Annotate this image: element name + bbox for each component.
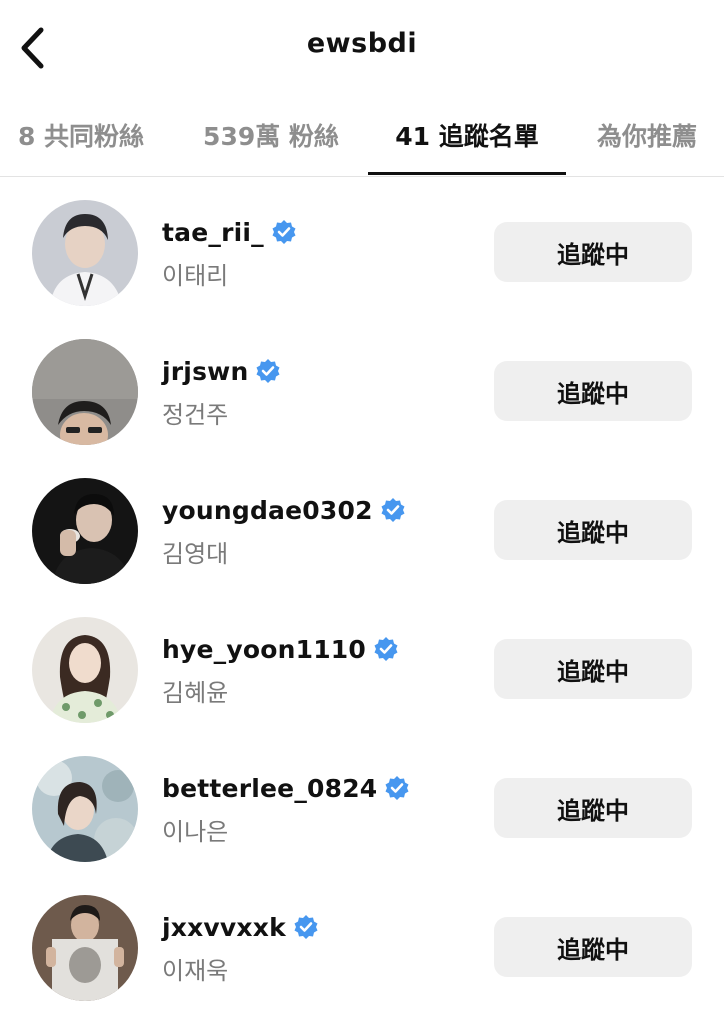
- list-item: jrjswn 정건주 追蹤中: [0, 323, 724, 462]
- avatar[interactable]: [32, 200, 138, 306]
- username-link[interactable]: jrjswn: [162, 353, 281, 389]
- list-item: jxxvvxxk 이재욱 追蹤中: [0, 879, 724, 1018]
- tab-mutual-followers[interactable]: 8 共同粉絲: [0, 96, 162, 174]
- username-link[interactable]: betterlee_0824: [162, 770, 410, 806]
- following-button[interactable]: 追蹤中: [494, 500, 692, 560]
- verified-badge-icon: [385, 776, 409, 800]
- avatar[interactable]: [32, 339, 138, 445]
- tab-following[interactable]: 41 追蹤名單: [368, 96, 566, 174]
- full-name: 이나은: [162, 818, 229, 846]
- full-name: 김영대: [162, 540, 229, 568]
- following-button[interactable]: 追蹤中: [494, 361, 692, 421]
- username: jxxvvxxk: [162, 912, 286, 942]
- full-name: 이재욱: [162, 957, 229, 985]
- list-item: hye_yoon1110 김혜윤 追蹤中: [0, 601, 724, 740]
- following-button[interactable]: 追蹤中: [494, 917, 692, 977]
- list-item: youngdae0302 김영대 追蹤中: [0, 462, 724, 601]
- following-button[interactable]: 追蹤中: [494, 639, 692, 699]
- full-name: 정건주: [162, 401, 229, 429]
- full-name: 김혜윤: [162, 679, 229, 707]
- verified-badge-icon: [374, 637, 398, 661]
- verified-badge-icon: [272, 220, 296, 244]
- verified-badge-icon: [256, 359, 280, 383]
- username: jrjswn: [162, 356, 249, 386]
- avatar[interactable]: [32, 478, 138, 584]
- verified-badge-icon: [381, 498, 405, 522]
- avatar[interactable]: [32, 895, 138, 1001]
- tab-bar: 8 共同粉絲 539萬 粉絲 41 追蹤名單 為你推薦: [0, 96, 724, 177]
- avatar[interactable]: [32, 756, 138, 862]
- verified-badge-icon: [294, 915, 318, 939]
- username-link[interactable]: jxxvvxxk: [162, 909, 319, 945]
- tab-followers[interactable]: 539萬 粉絲: [176, 96, 366, 174]
- username: hye_yoon1110: [162, 634, 366, 664]
- username-link[interactable]: tae_rii_: [162, 214, 297, 250]
- username-link[interactable]: hye_yoon1110: [162, 631, 399, 667]
- username: tae_rii_: [162, 217, 264, 247]
- following-button[interactable]: 追蹤中: [494, 222, 692, 282]
- username: betterlee_0824: [162, 773, 378, 803]
- username-link[interactable]: youngdae0302: [162, 492, 406, 528]
- page-title: ewsbdi: [306, 28, 418, 59]
- avatar[interactable]: [32, 617, 138, 723]
- list-item: tae_rii_ 이태리 追蹤中: [0, 184, 724, 323]
- top-bar: ewsbdi: [0, 0, 724, 96]
- username: youngdae0302: [162, 495, 373, 525]
- list-item: betterlee_0824 이나은 追蹤中: [0, 740, 724, 879]
- following-button[interactable]: 追蹤中: [494, 778, 692, 838]
- active-tab-indicator: [368, 172, 566, 175]
- full-name: 이태리: [162, 262, 229, 290]
- tab-suggested[interactable]: 為你推薦: [572, 96, 722, 174]
